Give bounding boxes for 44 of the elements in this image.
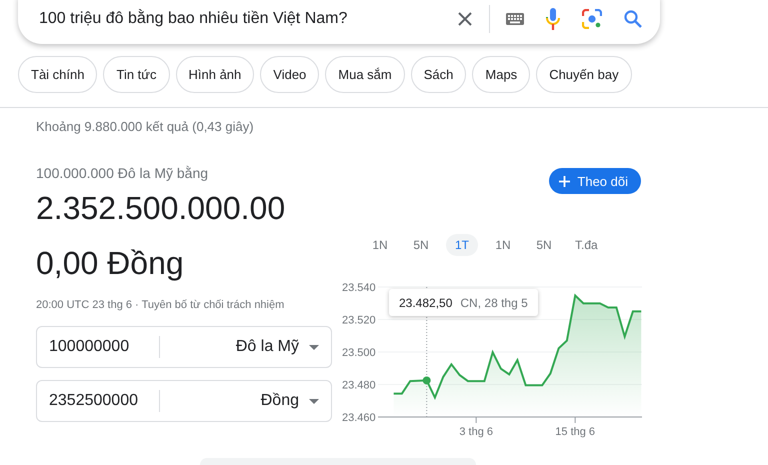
filter-chip[interactable]: Video: [260, 56, 320, 93]
filter-chip[interactable]: Tài chính: [18, 56, 98, 93]
y-axis-label: 23.540: [342, 282, 376, 294]
y-axis-label: 23.500: [342, 347, 376, 359]
filter-chip[interactable]: Mua sắm: [325, 56, 405, 93]
y-axis-label: 23.520: [342, 314, 376, 326]
camera-lens-icon[interactable]: [582, 9, 602, 29]
filter-chip[interactable]: Hình ảnh: [176, 56, 254, 93]
amount-field[interactable]: 2352500000: [49, 392, 159, 410]
x-axis-label: 3 thg 6: [459, 426, 493, 438]
close-icon[interactable]: [457, 11, 473, 27]
currency-dropdown[interactable]: Đô la Mỹ: [160, 338, 319, 356]
follow-button[interactable]: Theo dõi: [549, 168, 641, 194]
tooltip-date: CN, 28 thg 5: [460, 296, 528, 310]
conversion-result: 0,00 Đồng: [36, 244, 185, 283]
period-tab[interactable]: 1N: [487, 234, 519, 256]
keyboard-icon[interactable]: [506, 13, 524, 25]
search-icon[interactable]: [624, 10, 642, 28]
currency-dropdown[interactable]: Đồng: [160, 392, 319, 410]
caret-icon: [309, 344, 319, 350]
conversion-label: 100.000.000 Đô la Mỹ bằng: [36, 165, 210, 181]
filter-chip[interactable]: Sách: [410, 56, 466, 93]
period-tab[interactable]: 5N: [528, 234, 560, 256]
period-tab[interactable]: 1T: [446, 234, 478, 256]
microphone-icon[interactable]: [546, 8, 560, 30]
filter-chip[interactable]: Chuyến bay: [536, 56, 632, 93]
search-query: 100 triệu đô bằng bao nhiêu tiền Việt Nam?: [39, 10, 348, 28]
y-axis-label: 23.480: [342, 380, 376, 392]
period-tab[interactable]: 5N: [405, 234, 437, 256]
search-field[interactable]: 100 triệu đô bằng bao nhiêu tiền Việt Nam?: [18, 0, 660, 44]
amount-field[interactable]: 100000000: [49, 338, 159, 356]
result-stats: Khoảng 9.880.000 kết quả (0,43 giây): [36, 119, 255, 134]
hover-dot: [422, 376, 431, 384]
period-tab[interactable]: T.đa: [569, 234, 604, 256]
plus-icon: [559, 176, 570, 186]
period-tab[interactable]: 1N: [364, 234, 396, 256]
y-axis-label: 23.460: [342, 412, 376, 424]
caret-icon: [309, 398, 319, 404]
x-axis-label: 15 thg 6: [555, 426, 596, 438]
timestamp-disclaimer: 20:00 UTC 23 thg 6 · Tuyên bố từ chối trách nhiệm: [36, 299, 286, 311]
filter-chip[interactable]: Tin tức: [103, 56, 170, 93]
tooltip-value: 23.482,50: [399, 296, 452, 310]
conversion-result: 2.352.500.000.00: [36, 189, 286, 228]
filter-chip[interactable]: Maps: [472, 56, 530, 93]
